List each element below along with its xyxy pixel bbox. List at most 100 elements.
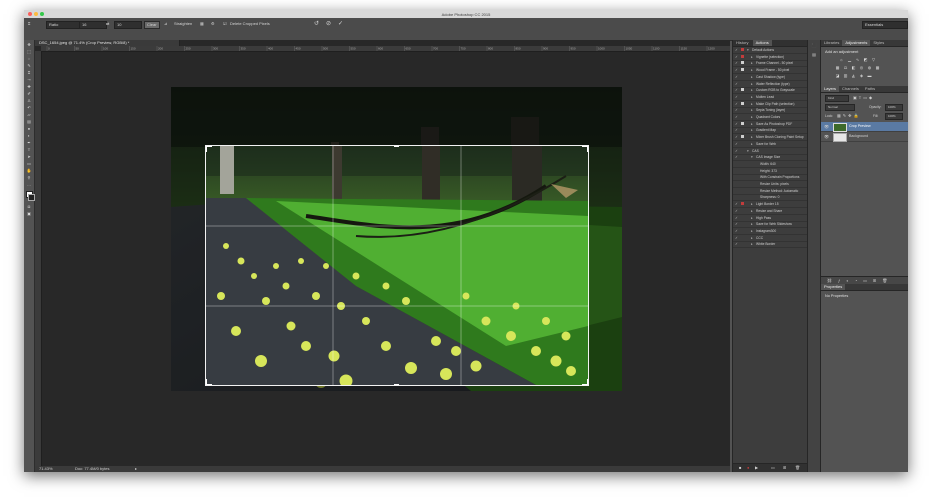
dialog-toggle-icon[interactable] xyxy=(741,115,744,118)
dialog-toggle-icon[interactable] xyxy=(741,75,744,78)
action-enabled-check-icon[interactable]: ✓ xyxy=(735,101,739,107)
action-enabled-check-icon[interactable]: ✓ xyxy=(735,54,739,60)
dodge-tool-icon[interactable]: ◐ xyxy=(26,133,32,138)
dialog-toggle-icon[interactable] xyxy=(741,95,744,98)
expand-triangle-icon[interactable]: ▸ xyxy=(751,54,753,60)
expand-triangle-icon[interactable]: ▸ xyxy=(751,101,753,107)
lasso-tool-icon[interactable]: ◌ xyxy=(26,56,32,61)
layer-kind-filter[interactable]: Kind xyxy=(825,95,849,102)
play-icon[interactable]: ▶ xyxy=(755,465,758,470)
eraser-tool-icon[interactable]: ▱ xyxy=(26,112,32,117)
action-enabled-check-icon[interactable]: ✓ xyxy=(735,235,739,241)
fill-input[interactable]: 100% xyxy=(885,113,903,120)
cancel-crop-icon[interactable]: ⊘ xyxy=(326,21,331,27)
lock-icons[interactable]: ▦✎✥🔒 xyxy=(837,113,860,118)
expand-triangle-icon[interactable]: ▸ xyxy=(751,228,753,234)
action-enabled-check-icon[interactable]: ✓ xyxy=(735,114,739,120)
crop-handle-bottom-right[interactable] xyxy=(582,379,588,385)
tab-styles[interactable]: Styles xyxy=(870,40,887,46)
dialog-toggle-icon[interactable] xyxy=(741,88,744,92)
dialog-toggle-icon[interactable] xyxy=(741,142,744,145)
layer-footer-icons[interactable]: ⛓ƒ◐◔▭⊞🗑 xyxy=(827,278,893,283)
dialog-toggle-icon[interactable] xyxy=(741,61,744,65)
dialog-toggle-icon[interactable] xyxy=(741,229,744,232)
crop-handle-top-left[interactable] xyxy=(206,146,212,152)
crop-settings-gear-icon[interactable]: ⚙ xyxy=(211,21,215,27)
levels-icon[interactable]: ▁ xyxy=(847,57,852,62)
expand-triangle-icon[interactable]: ▸ xyxy=(751,241,753,247)
channel-mixer-icon[interactable]: ◍ xyxy=(867,65,872,70)
layer-row-background[interactable]: 👁 Background xyxy=(821,132,908,142)
dialog-toggle-icon[interactable] xyxy=(741,236,744,239)
dialog-toggle-icon[interactable] xyxy=(741,101,744,105)
expand-triangle-icon[interactable]: ▾ xyxy=(751,154,753,160)
action-enabled-check-icon[interactable]: ✓ xyxy=(735,81,739,87)
action-enabled-check-icon[interactable]: ✓ xyxy=(735,221,739,227)
layer-visibility-eye-icon[interactable]: 👁 xyxy=(824,124,829,129)
libraries-panel-icon[interactable]: ⬛ xyxy=(811,43,817,48)
dialog-toggle-icon[interactable] xyxy=(741,182,744,185)
properties-panel-icon[interactable]: ▤ xyxy=(811,52,817,57)
hue-saturation-icon[interactable]: ▦ xyxy=(835,65,840,70)
threshold-icon[interactable]: ◭ xyxy=(851,73,856,78)
history-brush-tool-icon[interactable]: ↶ xyxy=(26,105,32,110)
brightness-contrast-icon[interactable]: ☼ xyxy=(839,57,844,62)
expand-triangle-icon[interactable]: ▸ xyxy=(751,114,753,120)
ratio-dropdown[interactable]: Ratio xyxy=(46,21,80,29)
blur-tool-icon[interactable]: ● xyxy=(26,126,32,131)
action-enabled-check-icon[interactable]: ✓ xyxy=(735,134,739,140)
healing-brush-tool-icon[interactable]: ✚ xyxy=(26,84,32,89)
action-enabled-check-icon[interactable]: ✓ xyxy=(735,241,739,247)
action-enabled-check-icon[interactable]: ✓ xyxy=(735,121,739,127)
stop-recording-icon[interactable]: ■ xyxy=(739,465,741,470)
record-icon[interactable]: ● xyxy=(747,465,749,470)
action-enabled-check-icon[interactable]: ✓ xyxy=(735,107,739,113)
vibrance-icon[interactable]: ▽ xyxy=(871,57,876,62)
action-enabled-check-icon[interactable]: ✓ xyxy=(735,60,739,66)
dialog-toggle-icon[interactable] xyxy=(741,242,744,245)
gradient-tool-icon[interactable]: ▤ xyxy=(26,119,32,124)
swap-dimensions-icon[interactable]: ⇄ xyxy=(106,21,109,27)
expand-triangle-icon[interactable]: ▸ xyxy=(751,67,753,73)
action-enabled-check-icon[interactable]: ✓ xyxy=(735,148,739,154)
action-enabled-check-icon[interactable]: ✓ xyxy=(735,201,739,207)
action-enabled-check-icon[interactable]: ✓ xyxy=(735,87,739,93)
quick-select-tool-icon[interactable]: ✎ xyxy=(26,63,32,68)
action-enabled-check-icon[interactable]: ✓ xyxy=(735,141,739,147)
expand-triangle-icon[interactable]: ▸ xyxy=(751,208,753,214)
expand-triangle-icon[interactable]: ▸ xyxy=(751,60,753,66)
clear-button[interactable]: Clear xyxy=(144,21,160,29)
invert-icon[interactable]: ◪ xyxy=(835,73,840,78)
tab-paths[interactable]: Paths xyxy=(862,86,878,92)
dialog-toggle-icon[interactable] xyxy=(741,135,744,139)
brush-tool-icon[interactable]: ✐ xyxy=(26,91,32,96)
action-item[interactable]: ✓ ▸ White Border xyxy=(733,241,807,249)
reset-icon[interactable]: ↺ xyxy=(314,21,319,27)
action-enabled-check-icon[interactable]: ✓ xyxy=(735,47,739,53)
expand-triangle-icon[interactable]: ▸ xyxy=(751,87,753,93)
tab-adjustments[interactable]: Adjustments xyxy=(842,40,871,46)
dialog-toggle-icon[interactable] xyxy=(741,149,744,152)
action-enabled-check-icon[interactable]: ✓ xyxy=(735,215,739,221)
tab-libraries[interactable]: Libraries xyxy=(821,40,842,46)
type-tool-icon[interactable]: T xyxy=(26,147,32,152)
clone-stamp-tool-icon[interactable]: ♙ xyxy=(26,98,32,103)
tab-channels[interactable]: Channels xyxy=(839,86,862,92)
expand-triangle-icon[interactable]: ▸ xyxy=(751,221,753,227)
dialog-toggle-icon[interactable] xyxy=(741,202,744,206)
expand-triangle-icon[interactable]: ▸ xyxy=(751,94,753,100)
crop-handle-bottom-left[interactable] xyxy=(206,379,212,385)
crop-handle-top-right[interactable] xyxy=(582,146,588,152)
new-action-icon[interactable]: ⊞ xyxy=(783,465,786,470)
expand-triangle-icon[interactable]: ▸ xyxy=(751,74,753,80)
posterize-icon[interactable]: ▥ xyxy=(843,73,848,78)
action-enabled-check-icon[interactable]: ✓ xyxy=(735,154,739,160)
expand-triangle-icon[interactable]: ▸ xyxy=(751,107,753,113)
expand-triangle-icon[interactable]: ▸ xyxy=(751,121,753,127)
crop-tool-preset-icon[interactable]: ⌗ xyxy=(28,21,30,27)
dialog-toggle-icon[interactable] xyxy=(741,162,744,165)
blend-mode-dropdown[interactable]: Normal xyxy=(825,104,855,111)
eyedropper-tool-icon[interactable]: ⊸ xyxy=(26,77,32,82)
dialog-toggle-icon[interactable] xyxy=(741,169,744,172)
background-color-swatch[interactable] xyxy=(28,194,35,201)
